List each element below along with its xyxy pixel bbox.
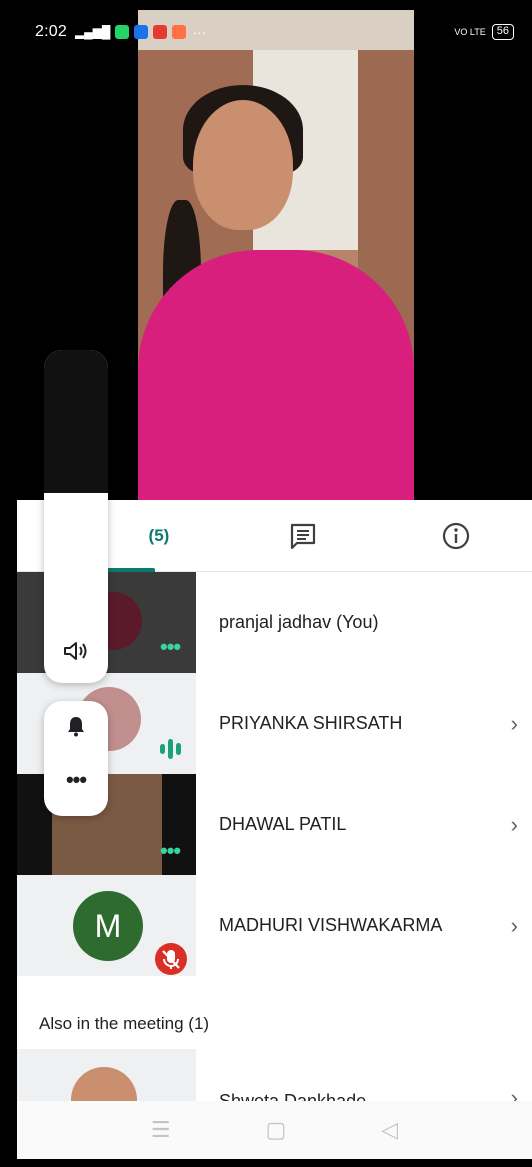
participant-name: DHAWAL PATIL: [219, 814, 347, 834]
home-icon[interactable]: ▢: [266, 1117, 287, 1143]
mic-off-icon: [155, 943, 187, 975]
info-icon: [442, 522, 469, 549]
frame-border: [0, 0, 532, 10]
frame-border: [0, 1159, 532, 1167]
chevron-right-icon[interactable]: ›: [511, 812, 518, 838]
participant-name: PRIYANKA SHIRSATH: [219, 713, 403, 733]
back-icon[interactable]: ◁: [381, 1117, 398, 1143]
participant-name: MADHURI VISHWAKARMA: [219, 915, 443, 935]
menu-icon[interactable]: ☰: [151, 1117, 171, 1143]
quick-controls-panel: •••: [44, 701, 108, 816]
screen: 2:02 ▂▄▆█ ··· VO LTE 56 (5) ••• pranjal …: [0, 0, 532, 1167]
whatsapp-icon: [115, 25, 130, 39]
phone-icon: [134, 25, 149, 39]
status-bar: 2:02 ▂▄▆█ ··· VO LTE 56: [17, 10, 532, 54]
more-notifications-icon: ···: [192, 24, 207, 40]
notification-app-icon: [172, 25, 187, 39]
chevron-right-icon[interactable]: ›: [511, 913, 518, 939]
video-scene: [138, 10, 414, 500]
volume-panel[interactable]: [44, 350, 108, 683]
more-dots-icon[interactable]: •••: [160, 838, 181, 864]
audio-levels-icon: [160, 739, 181, 759]
frame-border: [0, 0, 17, 1167]
volte-icon: VO LTE: [454, 26, 486, 37]
chat-icon: [291, 523, 316, 549]
tab-chat[interactable]: [227, 500, 379, 571]
section-heading: Also in the meeting (1): [39, 1014, 210, 1033]
tab-info[interactable]: [380, 500, 532, 571]
volume-slider[interactable]: [44, 350, 108, 493]
signal-icon: ▂▄▆█: [74, 25, 111, 39]
participant-name: pranjal jadhav (You): [219, 612, 379, 632]
participant-row[interactable]: M MADHURI VISHWAKARMA ›: [17, 875, 532, 976]
more-dots-icon[interactable]: •••: [44, 767, 108, 793]
chevron-right-icon[interactable]: ›: [511, 711, 518, 737]
avatar: M: [73, 891, 143, 961]
jio-icon: [153, 25, 168, 39]
bell-icon[interactable]: [44, 715, 108, 743]
people-count: (5): [148, 525, 170, 545]
speaker-icon[interactable]: [44, 639, 108, 669]
battery-icon: 56: [491, 24, 514, 40]
status-time: 2:02: [35, 23, 67, 40]
participant-tile: M: [17, 875, 196, 976]
more-dots-icon[interactable]: •••: [160, 634, 181, 660]
system-nav-bar: ☰ ▢ ◁: [17, 1101, 532, 1159]
